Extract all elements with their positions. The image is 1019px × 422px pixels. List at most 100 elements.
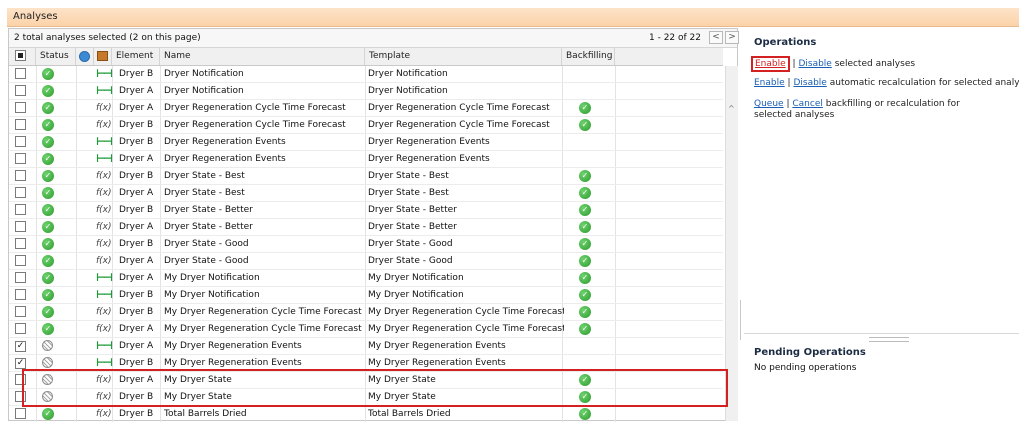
next-page-button[interactable]: > bbox=[725, 31, 739, 44]
header-type[interactable] bbox=[94, 48, 112, 65]
expression-icon: f(x) bbox=[96, 256, 112, 266]
backfilling-cell: ✓ bbox=[579, 287, 595, 303]
backfilling-cell: ✓ bbox=[579, 253, 595, 269]
header-template[interactable]: Template bbox=[365, 48, 562, 65]
table-row[interactable]: ✓ f(x) Dryer A My Dryer Regeneration Cycle … bbox=[9, 321, 723, 338]
type-cell: f(x) bbox=[96, 253, 116, 269]
name-cell: My Dryer Regeneration Events bbox=[164, 358, 302, 368]
row-checkbox-cell[interactable] bbox=[15, 100, 28, 116]
row-checkbox-cell[interactable] bbox=[15, 236, 28, 252]
table-row[interactable]: ✓ f(x) Dryer A Dryer State - Best Dryer Stat… bbox=[9, 185, 723, 202]
template-cell: Dryer Regeneration Events bbox=[368, 154, 490, 164]
row-checkbox[interactable]: ✓ bbox=[15, 358, 26, 369]
row-checkbox[interactable] bbox=[15, 119, 26, 130]
row-checkbox-cell[interactable] bbox=[15, 151, 28, 167]
row-checkbox[interactable] bbox=[15, 306, 26, 317]
table-row[interactable]: ✓ f(x) Dryer A Dryer Regeneration Cycle Tim… bbox=[9, 100, 723, 117]
table-row[interactable]: f(x) Dryer A My Dryer State My Dryer State ✓ bbox=[9, 372, 723, 389]
row-checkbox[interactable] bbox=[15, 272, 26, 283]
enable-recalc-link[interactable]: Enable bbox=[754, 78, 785, 88]
table-row[interactable]: ✓ f(x) Dryer B Dryer State - Best Dryer Stat… bbox=[9, 168, 723, 185]
row-checkbox[interactable] bbox=[15, 102, 26, 113]
row-checkbox-cell[interactable] bbox=[15, 66, 28, 82]
row-checkbox[interactable] bbox=[15, 187, 26, 198]
row-checkbox-cell[interactable] bbox=[15, 321, 28, 337]
row-checkbox-cell[interactable]: ✓ bbox=[15, 355, 28, 371]
header-globe[interactable] bbox=[76, 48, 94, 65]
table-row[interactable]: ✓ ⊢⊣ Dryer A My Dryer Notification My Dryer … bbox=[9, 270, 723, 287]
template-cell: Dryer Notification bbox=[368, 86, 448, 96]
header-status[interactable]: Status bbox=[36, 48, 76, 65]
backfilling-cell: ✓ bbox=[579, 236, 595, 252]
table-row[interactable]: ✓ ⊢⊣ Dryer A Dryer Regeneration Events Dryer… bbox=[9, 151, 723, 168]
row-checkbox-cell[interactable] bbox=[15, 406, 28, 422]
type-cell: f(x) bbox=[96, 185, 116, 201]
row-checkbox-cell[interactable] bbox=[15, 117, 28, 133]
table-row[interactable]: ✓ f(x) Dryer B Dryer State - Good Dryer Stat… bbox=[9, 236, 723, 253]
template-cell: Dryer State - Best bbox=[368, 171, 449, 181]
row-checkbox-cell[interactable] bbox=[15, 389, 28, 405]
row-checkbox[interactable] bbox=[15, 289, 26, 300]
queue-link[interactable]: Queue bbox=[754, 99, 784, 109]
row-checkbox-cell[interactable] bbox=[15, 253, 28, 269]
row-checkbox[interactable] bbox=[15, 408, 26, 419]
event-frame-icon: ⊢⊣ bbox=[96, 271, 113, 284]
header-backfilling[interactable]: Backfilling bbox=[562, 48, 615, 65]
row-checkbox[interactable] bbox=[15, 153, 26, 164]
row-checkbox[interactable] bbox=[15, 391, 26, 402]
scroll-up-icon[interactable]: ^ bbox=[728, 104, 735, 113]
select-all-checkbox[interactable] bbox=[15, 50, 26, 61]
enable-analyses-link[interactable]: Enable bbox=[755, 59, 786, 69]
row-checkbox[interactable] bbox=[15, 204, 26, 215]
table-row[interactable]: ✓ f(x) Dryer A Dryer State - Good Dryer Stat… bbox=[9, 253, 723, 270]
table-row[interactable]: ✓ f(x) Dryer B My Dryer Regeneration Cycle … bbox=[9, 304, 723, 321]
cancel-link[interactable]: Cancel bbox=[792, 99, 823, 109]
row-checkbox-cell[interactable] bbox=[15, 372, 28, 388]
table-row[interactable]: f(x) Dryer B My Dryer State My Dryer State ✓ bbox=[9, 389, 723, 406]
header-name[interactable]: Name bbox=[160, 48, 365, 65]
table-row[interactable]: ✓ ⊢⊣ Dryer B Dryer Notification Dryer Notifi… bbox=[9, 66, 723, 83]
row-checkbox[interactable] bbox=[15, 323, 26, 334]
table-row[interactable]: ✓ f(x) Dryer B Dryer Regeneration Cycle Tim… bbox=[9, 117, 723, 134]
table-row[interactable]: ✓ ⊢⊣ Dryer B My Dryer Regeneration Events My… bbox=[9, 355, 723, 372]
table-row[interactable]: ✓ ⊢⊣ Dryer A My Dryer Regeneration Events My… bbox=[9, 338, 723, 355]
row-checkbox-cell[interactable] bbox=[15, 185, 28, 201]
row-checkbox-cell[interactable] bbox=[15, 168, 28, 184]
table-scrollbar[interactable]: ^ bbox=[725, 66, 738, 421]
row-checkbox[interactable] bbox=[15, 85, 26, 96]
row-checkbox-cell[interactable] bbox=[15, 83, 28, 99]
disable-analyses-link[interactable]: Disable bbox=[798, 59, 831, 69]
header-element[interactable]: Element bbox=[112, 48, 160, 65]
row-checkbox[interactable] bbox=[15, 170, 26, 181]
row-checkbox[interactable]: ✓ bbox=[15, 341, 26, 352]
prev-page-button[interactable]: < bbox=[709, 31, 723, 44]
row-checkbox[interactable] bbox=[15, 238, 26, 249]
row-checkbox[interactable] bbox=[15, 374, 26, 385]
header-select-all[interactable] bbox=[9, 48, 36, 65]
disable-recalc-link[interactable]: Disable bbox=[793, 78, 826, 88]
table-row[interactable]: ✓ f(x) Dryer B Total Barrels Dried Total Bar… bbox=[9, 406, 723, 422]
table-row[interactable]: ✓ f(x) Dryer B Dryer State - Better Dryer St… bbox=[9, 202, 723, 219]
row-checkbox[interactable] bbox=[15, 136, 26, 147]
table-row[interactable]: ✓ ⊢⊣ Dryer B My Dryer Notification My Dryer … bbox=[9, 287, 723, 304]
row-checkbox-cell[interactable] bbox=[15, 270, 28, 286]
row-checkbox-cell[interactable] bbox=[15, 304, 28, 320]
status-cell: ✓ bbox=[42, 236, 58, 252]
row-checkbox[interactable] bbox=[15, 255, 26, 266]
resize-grip[interactable] bbox=[869, 337, 909, 342]
row-checkbox[interactable] bbox=[15, 221, 26, 232]
backfill-ok-icon: ✓ bbox=[579, 323, 591, 335]
row-checkbox-cell[interactable] bbox=[15, 287, 28, 303]
event-frame-icon: ⊢⊣ bbox=[96, 67, 113, 80]
row-checkbox-cell[interactable] bbox=[15, 134, 28, 150]
row-checkbox-cell[interactable] bbox=[15, 219, 28, 235]
row-checkbox-cell[interactable]: ✓ bbox=[15, 338, 28, 354]
enable-highlight-box: Enable bbox=[751, 56, 790, 72]
operation-text: automatic recalculation for selected ana… bbox=[829, 78, 1019, 88]
row-checkbox-cell[interactable] bbox=[15, 202, 28, 218]
table-row[interactable]: ✓ f(x) Dryer A Dryer State - Better Dryer St… bbox=[9, 219, 723, 236]
template-cell: Total Barrels Dried bbox=[368, 409, 451, 419]
table-row[interactable]: ✓ ⊢⊣ Dryer A Dryer Notification Dryer Notifi… bbox=[9, 83, 723, 100]
table-row[interactable]: ✓ ⊢⊣ Dryer B Dryer Regeneration Events Dryer… bbox=[9, 134, 723, 151]
row-checkbox[interactable] bbox=[15, 68, 26, 79]
